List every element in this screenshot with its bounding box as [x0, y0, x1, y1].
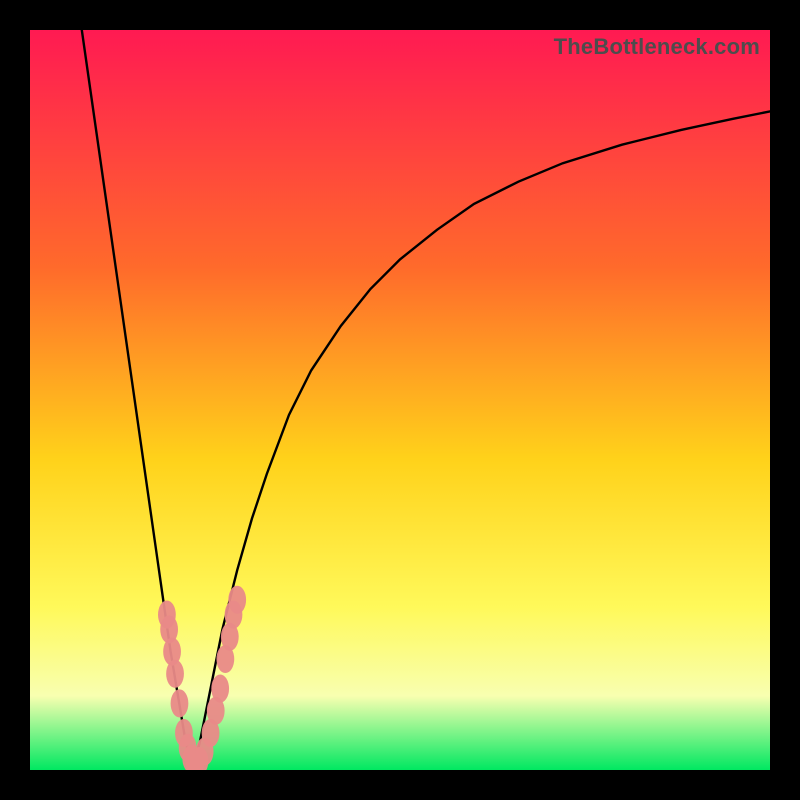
marker-point — [171, 689, 189, 717]
watermark-text: TheBottleneck.com — [554, 34, 760, 60]
chart-frame: TheBottleneck.com — [0, 0, 800, 800]
plot-area: TheBottleneck.com — [30, 30, 770, 770]
marker-point — [228, 586, 246, 614]
gradient-background — [30, 30, 770, 770]
bottleneck-chart — [30, 30, 770, 770]
marker-point — [211, 675, 229, 703]
marker-point — [166, 660, 184, 688]
